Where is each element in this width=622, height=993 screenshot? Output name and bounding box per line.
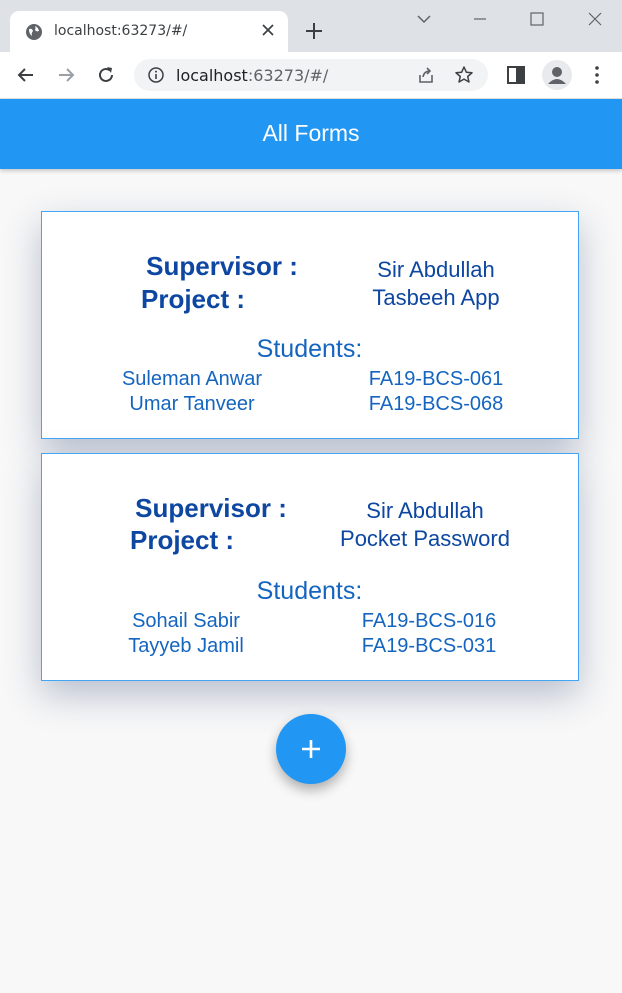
student-name: Umar Tanveer	[129, 393, 255, 415]
person-icon	[548, 67, 566, 84]
form-card[interactable]: Supervisor : Project : Sir Abdullah Tasb…	[41, 211, 579, 439]
student-name: Sohail Sabir	[132, 610, 240, 632]
new-tab-icon[interactable]	[304, 21, 324, 41]
students-heading: Students:	[256, 577, 363, 605]
supervisor-value: Sir Abdullah	[377, 257, 495, 282]
student-reg: FA19-BCS-016	[361, 610, 497, 632]
close-tab-icon[interactable]	[260, 22, 276, 38]
window-close-icon[interactable]	[585, 10, 605, 28]
minimize-icon[interactable]	[470, 10, 490, 28]
side-panel-icon[interactable]	[505, 64, 527, 86]
students-heading: Students:	[256, 335, 363, 363]
project-value: Tasbeeh App	[372, 285, 500, 310]
project-value: Pocket Password	[340, 526, 510, 551]
student-name: Tayyeb Jamil	[128, 635, 244, 657]
supervisor-value: Sir Abdullah	[366, 498, 484, 523]
site-info-icon[interactable]	[148, 67, 164, 83]
reload-icon[interactable]	[95, 64, 117, 86]
browser-tabstrip: localhost:63273/#/	[0, 0, 622, 52]
address-bar[interactable]: localhost:63273/#/	[134, 59, 488, 91]
browser-tab[interactable]: localhost:63273/#/	[10, 11, 288, 52]
url-rest: :63273/#/	[247, 66, 329, 85]
student-reg: FA19-BCS-068	[368, 393, 504, 415]
page-title: All Forms	[262, 120, 360, 146]
url-text[interactable]: localhost:63273/#/	[176, 66, 328, 85]
add-icon	[302, 740, 320, 758]
app-bar: All Forms	[0, 99, 622, 169]
more-menu-icon[interactable]	[586, 64, 608, 86]
project-label: Project :	[129, 525, 235, 555]
bookmark-star-icon[interactable]	[454, 65, 474, 85]
add-form-button[interactable]	[276, 714, 346, 784]
back-icon[interactable]	[15, 64, 37, 86]
share-icon[interactable]	[416, 65, 436, 85]
forward-icon[interactable]	[55, 64, 77, 86]
student-reg: FA19-BCS-061	[368, 368, 504, 390]
student-name: Suleman Anwar	[121, 368, 263, 390]
form-card[interactable]: Supervisor : Project : Sir Abdullah Pock…	[41, 453, 579, 681]
globe-icon	[26, 24, 42, 40]
url-host: localhost	[176, 66, 248, 85]
maximize-icon[interactable]	[527, 10, 547, 28]
tab-search-chevron-icon[interactable]	[414, 10, 434, 28]
tab-title: localhost:63273/#/	[54, 23, 188, 39]
profile-avatar[interactable]	[542, 60, 572, 90]
browser-toolbar: localhost:63273/#/	[0, 52, 622, 99]
student-reg: FA19-BCS-031	[361, 635, 497, 657]
project-label: Project :	[140, 284, 246, 314]
